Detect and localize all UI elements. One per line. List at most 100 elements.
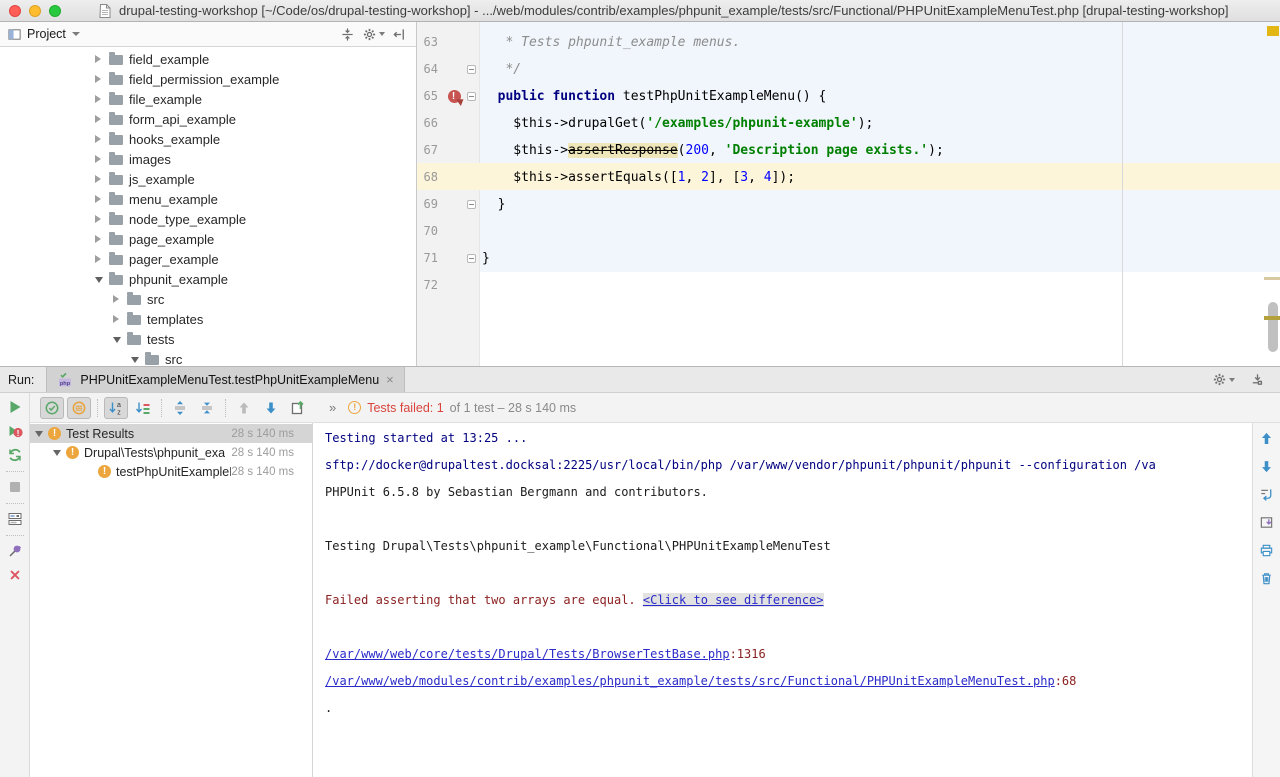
- chevron-right-icon[interactable]: [95, 95, 101, 103]
- project-tree-item[interactable]: node_type_example: [0, 209, 416, 229]
- down-stack-button[interactable]: [1257, 457, 1277, 475]
- fold-toggle[interactable]: [467, 254, 476, 263]
- code-line[interactable]: 69 }: [417, 191, 1280, 218]
- warning-stripe-indicator[interactable]: [1267, 26, 1279, 36]
- project-tree-item[interactable]: field_permission_example: [0, 69, 416, 89]
- hide-left-button[interactable]: [388, 24, 410, 44]
- chevron-right-icon[interactable]: [95, 75, 101, 83]
- settings-button[interactable]: [1212, 370, 1234, 390]
- chevron-down-icon[interactable]: [95, 277, 103, 283]
- run-tab[interactable]: php PHPUnitExampleMenuTest.testPhpUnitEx…: [46, 367, 404, 392]
- stripe-marker[interactable]: [1264, 316, 1280, 320]
- clear-button[interactable]: [1257, 569, 1277, 587]
- code-line[interactable]: 66 $this->drupalGet('/examples/phpunit-e…: [417, 110, 1280, 137]
- minimize-window-button[interactable]: [29, 5, 41, 17]
- editor-scrollbar[interactable]: [1268, 302, 1278, 352]
- chevron-right-icon[interactable]: [113, 295, 119, 303]
- code-line[interactable]: 68 $this->assertEquals([1, 2], [3, 4]);: [417, 164, 1280, 191]
- chevron-right-icon[interactable]: [95, 135, 101, 143]
- console-link[interactable]: /var/www/web/core/tests/Drupal/Tests/Bro…: [325, 647, 730, 661]
- project-tree-item[interactable]: js_example: [0, 169, 416, 189]
- code-line[interactable]: 71}: [417, 245, 1280, 272]
- project-tree-item[interactable]: images: [0, 149, 416, 169]
- project-tree-item[interactable]: tests: [0, 329, 416, 349]
- rerun-button[interactable]: [5, 446, 25, 464]
- project-tree-item[interactable]: menu_example: [0, 189, 416, 209]
- jump-to-source-button[interactable]: [1257, 485, 1277, 503]
- chevron-down-icon[interactable]: [53, 450, 61, 456]
- close-window-button[interactable]: [9, 5, 21, 17]
- stripe-marker[interactable]: [1264, 277, 1280, 280]
- project-tree-item[interactable]: field_example: [0, 49, 416, 69]
- project-tree-item[interactable]: form_api_example: [0, 109, 416, 129]
- failed-test-gutter-icon[interactable]: [448, 90, 461, 103]
- run-button[interactable]: [5, 398, 25, 416]
- locate-button[interactable]: [336, 24, 358, 44]
- chevron-right-icon[interactable]: [95, 155, 101, 163]
- project-panel-title[interactable]: Project: [27, 27, 66, 41]
- restore-layout-button[interactable]: [5, 510, 25, 528]
- test-tree-item[interactable]: Test Results28 s 140 ms: [30, 424, 312, 443]
- test-tree-item[interactable]: testPhpUnitExampleMenu28 s 140 ms: [30, 462, 312, 481]
- chevron-down-icon[interactable]: [131, 357, 139, 363]
- close-button[interactable]: [5, 566, 25, 584]
- fold-toggle[interactable]: [467, 200, 476, 209]
- next-failed-button[interactable]: [259, 397, 283, 419]
- chevron-right-icon[interactable]: [113, 315, 119, 323]
- code-line[interactable]: 65 public function testPhpUnitExampleMen…: [417, 83, 1280, 110]
- project-tree-item[interactable]: phpunit_example: [0, 269, 416, 289]
- project-tree-item[interactable]: hooks_example: [0, 129, 416, 149]
- rerun-failed-button[interactable]: !: [5, 422, 25, 440]
- up-stack-button[interactable]: [1257, 429, 1277, 447]
- test-console[interactable]: Testing started at 13:25 ...sftp://docke…: [313, 423, 1252, 777]
- code-text: * Tests phpunit_example menus.: [480, 29, 1280, 56]
- previous-failed-button[interactable]: [232, 397, 256, 419]
- import-results-button[interactable]: [286, 397, 310, 419]
- pin-button[interactable]: [5, 542, 25, 560]
- console-link[interactable]: /var/www/web/modules/contrib/examples/ph…: [325, 674, 1055, 688]
- chevron-right-icon[interactable]: [95, 255, 101, 263]
- project-tree-item[interactable]: templates: [0, 309, 416, 329]
- project-tree-item[interactable]: src: [0, 289, 416, 309]
- editor[interactable]: 63 * Tests phpunit_example menus.64 */65…: [417, 22, 1280, 366]
- collapse-all-button[interactable]: [195, 397, 219, 419]
- rerun-icon: [7, 447, 23, 463]
- chevron-right-icon[interactable]: [95, 175, 101, 183]
- chevron-down-icon[interactable]: [113, 337, 121, 343]
- code-line[interactable]: 70: [417, 218, 1280, 245]
- expand-all-button[interactable]: [168, 397, 192, 419]
- code-line[interactable]: 63 * Tests phpunit_example menus.: [417, 29, 1280, 56]
- hide-down-button[interactable]: [1246, 370, 1268, 390]
- project-tree-item[interactable]: file_example: [0, 89, 416, 109]
- tree-item-label: file_example: [129, 92, 202, 107]
- sort-alphabetically-button[interactable]: az: [104, 397, 128, 419]
- chevron-right-icon[interactable]: [95, 115, 101, 123]
- test-tree-item[interactable]: Drupal\Tests\phpunit_exa28 s 140 ms: [30, 443, 312, 462]
- fold-toggle[interactable]: [467, 65, 476, 74]
- chevron-right-icon[interactable]: [95, 215, 101, 223]
- show-ignored-icon: [71, 400, 87, 416]
- import-button[interactable]: [1257, 513, 1277, 531]
- more-actions-chevron[interactable]: »: [329, 400, 336, 415]
- chevron-right-icon[interactable]: [95, 55, 101, 63]
- zoom-window-button[interactable]: [49, 5, 61, 17]
- project-tree-item[interactable]: pager_example: [0, 249, 416, 269]
- code-line[interactable]: 72: [417, 272, 1280, 299]
- show-ignored-button[interactable]: [67, 397, 91, 419]
- chevron-right-icon[interactable]: [95, 195, 101, 203]
- sort-by-duration-button[interactable]: [131, 397, 155, 419]
- print-button[interactable]: [1257, 541, 1277, 559]
- project-tree-item[interactable]: src: [0, 349, 416, 366]
- chevron-down-icon[interactable]: [72, 32, 80, 36]
- console-link[interactable]: <Click to see difference>: [643, 593, 824, 607]
- chevron-down-icon[interactable]: [35, 431, 43, 437]
- chevron-right-icon[interactable]: [95, 235, 101, 243]
- stop-button[interactable]: [5, 478, 25, 496]
- project-tree-item[interactable]: page_example: [0, 229, 416, 249]
- close-icon[interactable]: ×: [386, 373, 394, 386]
- settings-button[interactable]: [362, 24, 384, 44]
- show-passed-button[interactable]: [40, 397, 64, 419]
- code-line[interactable]: 64 */: [417, 56, 1280, 83]
- fold-toggle[interactable]: [467, 92, 476, 101]
- code-line[interactable]: 67 $this->assertResponse(200, 'Descripti…: [417, 137, 1280, 164]
